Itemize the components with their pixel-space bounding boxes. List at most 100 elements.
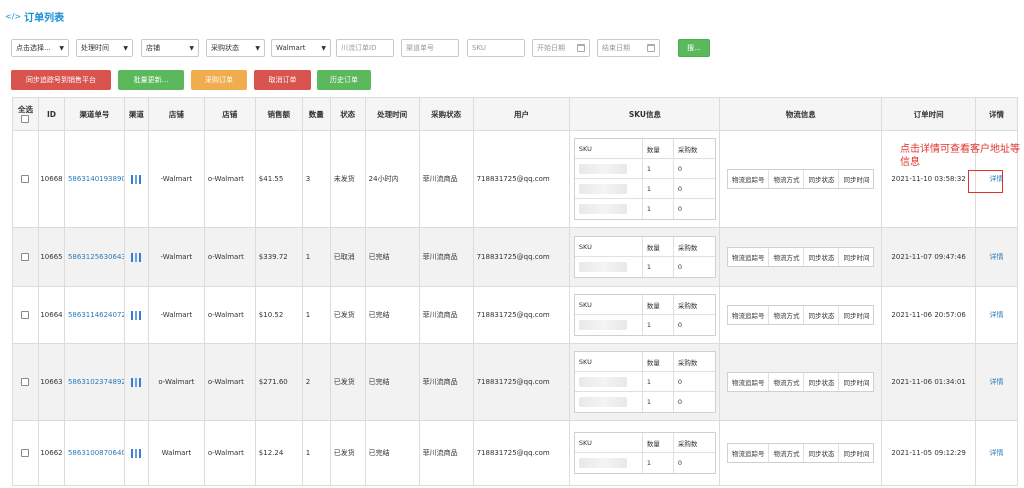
logistics-cell: 物流追踪号 物流方式 同步状态 同步时间 [720,228,883,286]
logistics-header: 物流方式 [769,170,805,188]
logistics-header: 同步时间 [843,379,870,387]
caret-down-icon: ▼ [123,44,128,52]
row-checkbox-cell [13,421,39,485]
select-field-1[interactable]: 点击选择... ▼ [11,39,69,57]
sku-purchase-qty: 0 [677,205,683,213]
sku-header: 采购数 [677,439,698,448]
detail-link[interactable]: 详情 [976,228,1019,286]
row-checkbox[interactable] [21,449,30,457]
row-checkbox[interactable] [21,311,30,319]
sku-header: 数量 [643,295,674,314]
select-process-time[interactable]: 处理时间 ▼ [76,39,133,57]
sync-tracking-button[interactable]: 同步追踪号到销售平台 [11,70,111,90]
select-purchase-status[interactable]: 采购状态 ▼ [206,39,265,57]
col-id: ID [39,98,65,130]
logistics-header: 同步状态 [804,444,840,462]
search-button[interactable]: 搜... [678,39,710,57]
redacted-sku [578,376,627,387]
sku-info-cell: SKU 数量 采购数 1 0 [570,421,721,485]
batch-update-button[interactable]: 批量更新... [118,70,184,90]
sku-qty: 1 [643,179,674,198]
sku-purchase-qty: 0 [677,459,683,467]
cancel-order-button[interactable]: 取消订单 [254,70,311,90]
row-checkbox[interactable] [21,253,30,261]
order-status: 已发货 [331,421,366,485]
sku-input[interactable]: SKU [467,39,525,57]
sku-header: SKU [575,237,643,256]
select-platform[interactable]: Walmart ▼ [271,39,331,57]
history-order-button[interactable]: 历史订单 [317,70,371,90]
sales-amount: $271.60 [256,344,303,420]
sku-purchase-qty: 0 [677,321,683,329]
logistics-header: 同步时间 [843,312,870,320]
sales-amount: $41.55 [256,131,303,227]
col-store-2: 店铺 [205,98,256,130]
col-channel: 渠道 [125,98,149,130]
redacted-sku [578,397,627,407]
sku-subtable: SKU 数量 采购数 1 0 [573,432,716,474]
start-date-input[interactable]: 开始日期 [532,39,590,57]
channel-no-link[interactable]: 5863140193890 [65,131,125,227]
quantity: 1 [303,228,331,286]
redacted-sku [578,183,627,194]
redacted-sku [578,163,627,174]
sku-info-cell: SKU 数量 采购数 1 0 [570,287,721,343]
process-time: 24小时内 [366,131,420,227]
end-date-input[interactable]: 结束日期 [597,39,660,57]
detail-link[interactable]: 详情 [976,344,1019,420]
select-all-header: 全选 [13,98,39,130]
sku-code [575,392,643,412]
store-name: Walmart [149,421,205,485]
quantity: 3 [303,131,331,227]
sku-subtable: SKU 数量 采购数 1 0 [573,236,716,278]
order-status: 已取消 [331,228,366,286]
logistics-header: 同步状态 [804,373,840,391]
channel-no-link[interactable]: 5863100870640 [65,421,125,485]
logistics-header: 物流追踪号 [728,170,770,188]
sku-qty: 1 [643,315,674,335]
col-status: 状态 [331,98,366,130]
select-store[interactable]: 店铺 ▼ [141,39,199,57]
sku-header: 数量 [643,352,674,371]
order-id: 10662 [39,421,65,485]
channel-no-link[interactable]: 5863102374892 [65,344,125,420]
channel-no-link[interactable]: 5863125630643 [65,228,125,286]
sku-header: 采购数 [677,145,698,154]
logistics-subtable: 物流追踪号 物流方式 同步状态 同步时间 [726,305,875,325]
logistics-header: 物流方式 [769,444,805,462]
walmart-logo-icon [131,174,142,184]
sku-qty: 1 [643,257,674,277]
walmart-logo-icon [131,448,142,458]
purchase-order-button[interactable]: 采购订单 [191,70,247,90]
order-time: 2021-11-06 20:57:06 [882,287,977,343]
row-checkbox[interactable] [21,175,30,183]
store-name-2: o-Walmart [205,287,256,343]
channel-no-input[interactable]: 渠道单号 [401,39,459,57]
quantity: 1 [303,421,331,485]
channel-logo-cell [125,228,149,286]
row-checkbox-cell [13,287,39,343]
sku-header: 数量 [643,237,674,256]
select-all-checkbox[interactable] [21,115,30,123]
sku-code [575,372,643,391]
sku-header: 数量 [643,139,674,158]
sku-subtable: SKU 数量 采购数 1 0 [573,294,716,336]
channel-no-link[interactable]: 5863114624072 [65,287,125,343]
redacted-sku [578,320,627,330]
logistics-cell: 物流追踪号 物流方式 同步状态 同步时间 [720,287,883,343]
sku-qty: 1 [643,199,674,219]
sku-purchase-qty: 0 [677,164,683,173]
user-email: 718831725@qq.com [474,344,571,420]
sku-header: 采购数 [677,358,698,367]
logistics-header: 物流方式 [769,248,805,266]
col-order-time: 订单时间 [882,98,977,130]
store-name-2: o-Walmart [205,344,256,420]
detail-link[interactable]: 详情 [976,421,1019,485]
row-checkbox[interactable] [21,378,30,386]
channel-logo-cell [125,421,149,485]
sku-code [575,159,643,178]
col-sales: 销售额 [256,98,303,130]
detail-link[interactable]: 详情 [976,287,1019,343]
sku-purchase-qty: 0 [677,263,683,271]
order-id-input[interactable]: 川流订单ID [336,39,394,57]
